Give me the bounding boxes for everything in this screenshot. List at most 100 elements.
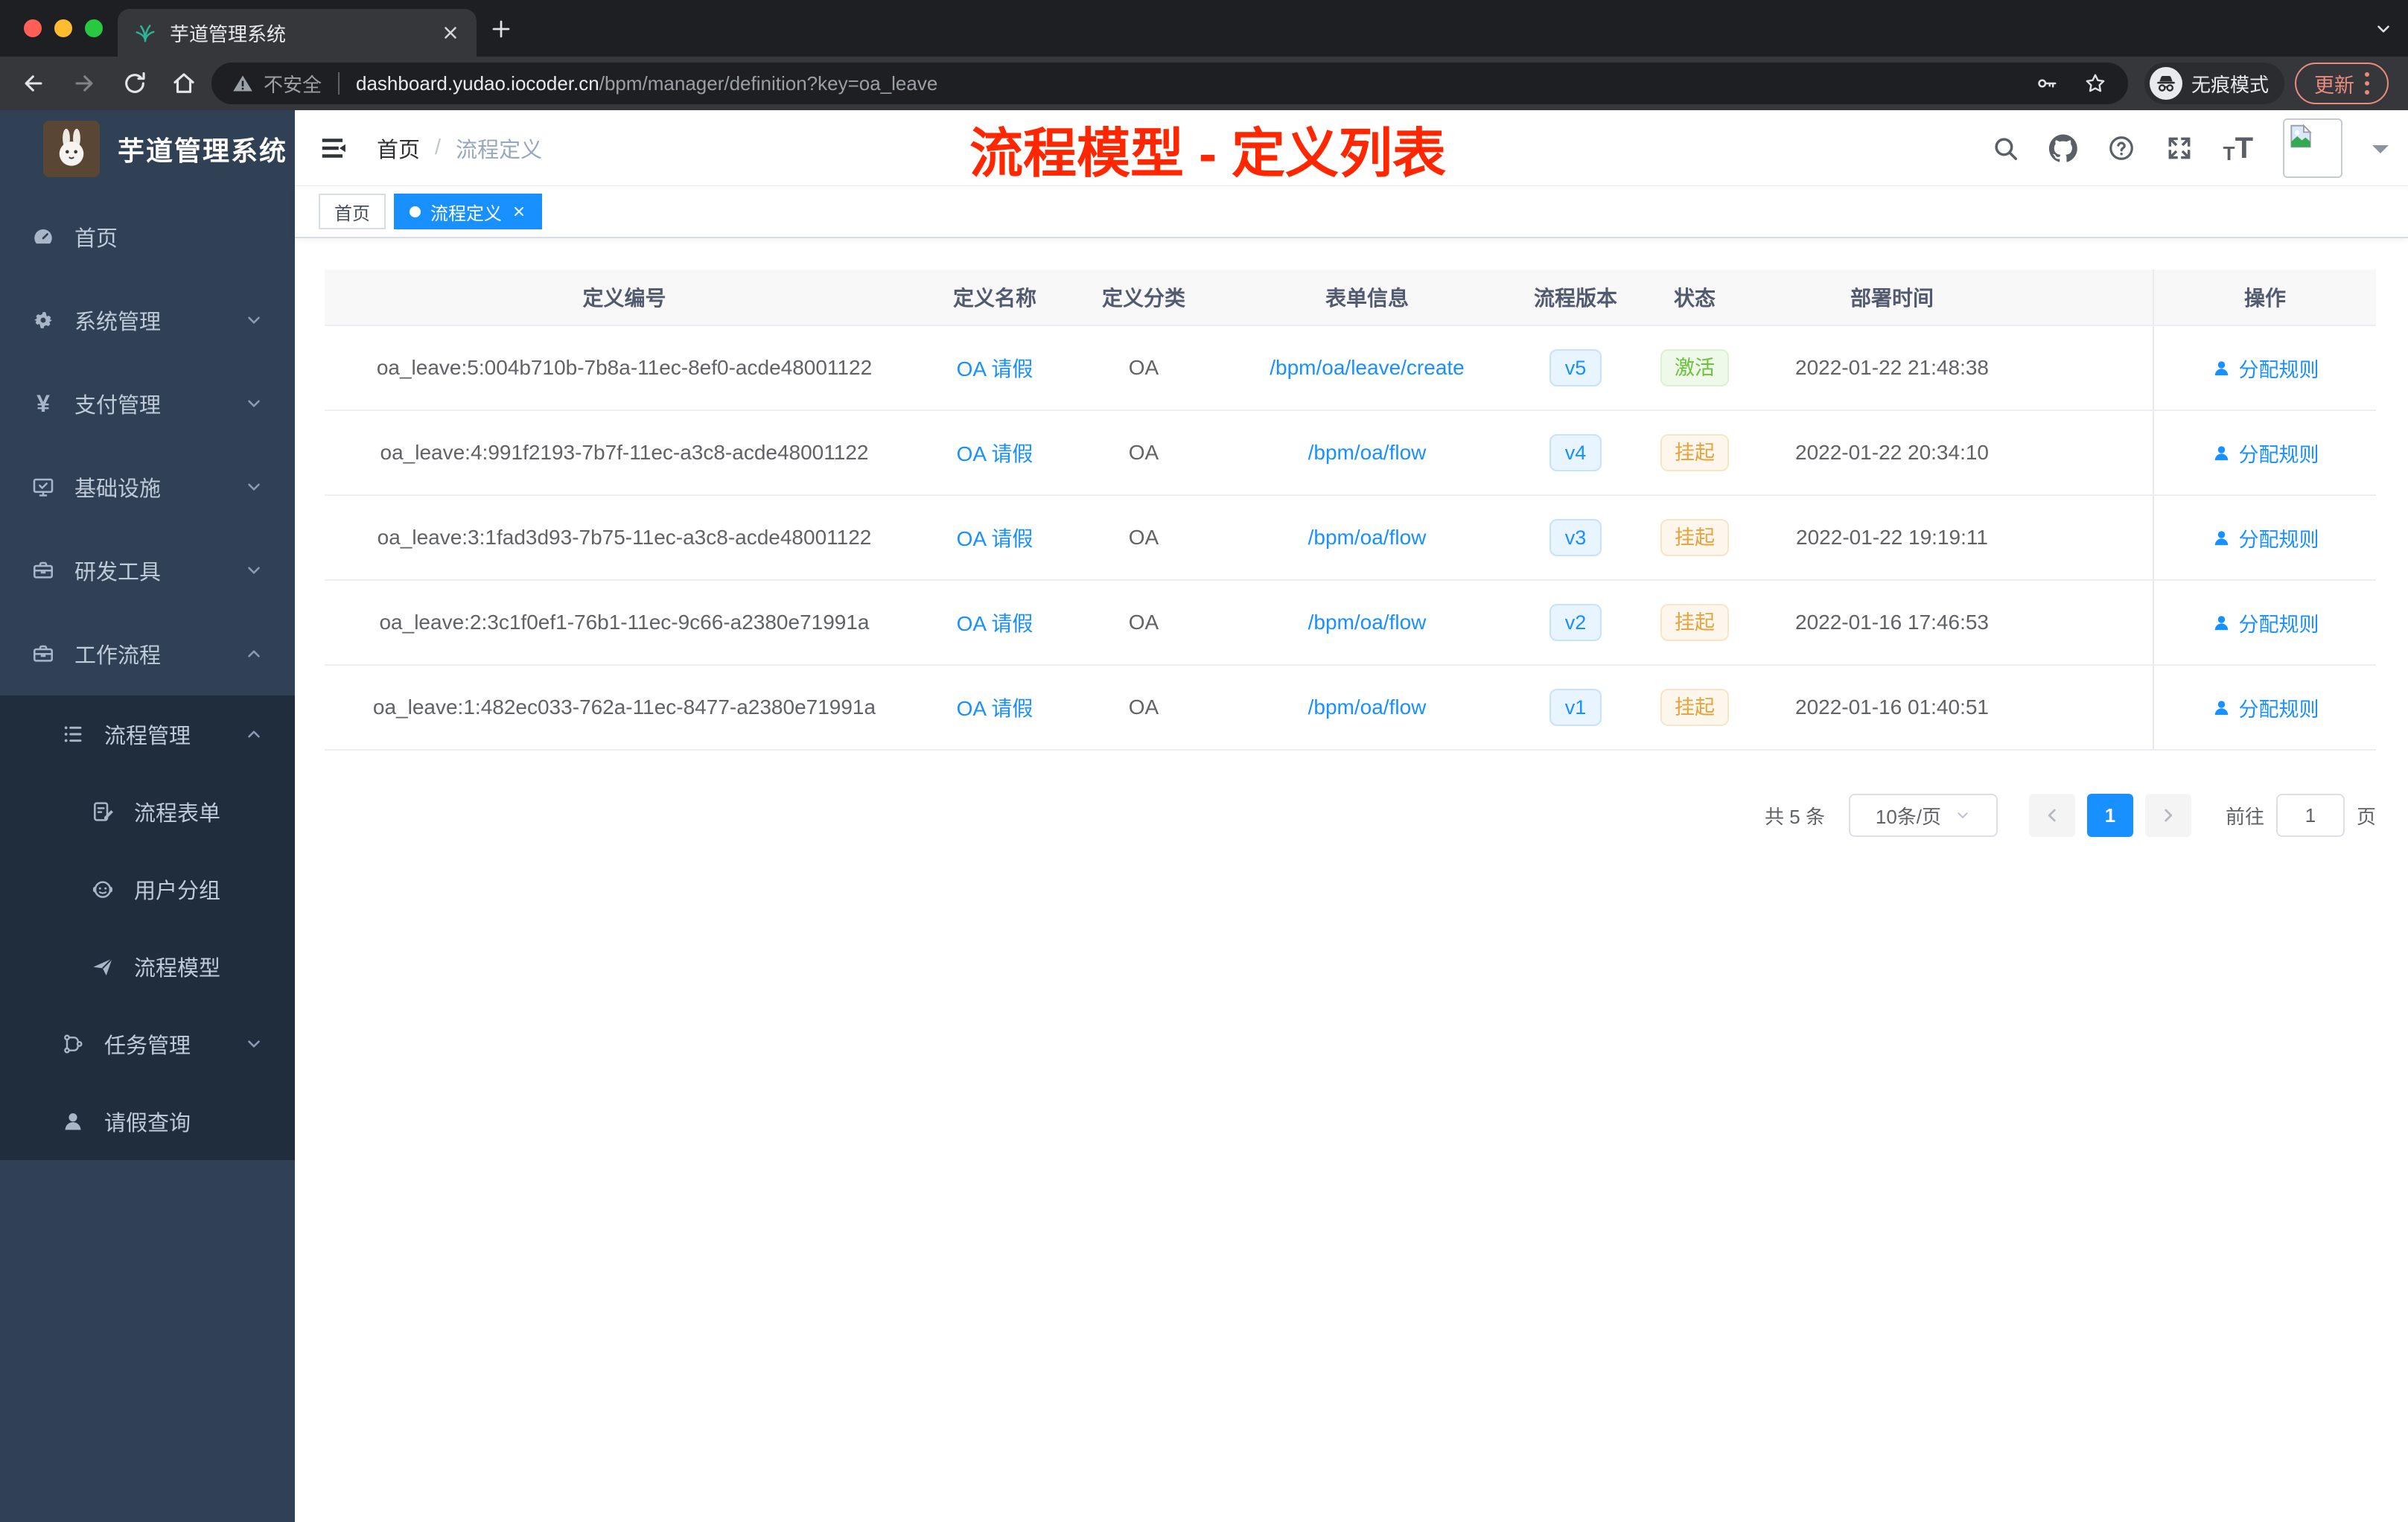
tag-close-icon[interactable] [512,204,526,219]
window-close-button[interactable] [24,19,42,37]
table-header-row: 定义编号 定义名称 定义分类 表单信息 流程版本 状态 部署时间 操作 [325,270,2376,326]
definition-name-link[interactable]: OA 请假 [957,438,1033,468]
table-row: oa_leave:2:3c1f0ef1-76b1-11ec-9c66-a2380… [325,581,2376,666]
window-zoom-button[interactable] [85,19,103,37]
assign-rule-link[interactable]: 分配规则 [2211,439,2319,468]
status-tag: 挂起 [1660,519,1729,556]
avatar-dropdown-caret-icon[interactable] [2372,144,2389,162]
sidebar-item-leave-query[interactable]: 请假查询 [0,1083,295,1160]
page-size-value: 10条/页 [1875,805,1942,828]
assign-rule-link[interactable]: 分配规则 [2211,523,2319,553]
chevron-left-icon [2042,806,2062,825]
column-header-deploy-time: 部署时间 [1850,287,1934,310]
user-avatar[interactable] [2283,118,2342,178]
form-info-link[interactable]: /bpm/oa/flow [1308,441,1427,465]
breadcrumb-separator: / [435,136,442,159]
new-tab-button[interactable] [490,18,512,40]
assign-rule-link[interactable]: 分配规则 [2211,354,2319,383]
not-secure-warning-icon[interactable] [232,73,253,94]
tags-view-bar: 首页 流程定义 [295,186,2408,238]
status-tag: 挂起 [1660,604,1729,641]
assign-rule-label: 分配规则 [2238,528,2319,551]
reload-icon[interactable] [122,71,147,96]
sidebar-item-user-group[interactable]: 用户分组 [0,850,295,928]
chevron-right-icon [2159,806,2178,825]
browser-update-button[interactable]: 更新 [2295,63,2389,104]
sidebar-item-process-form[interactable]: 流程表单 [0,773,295,850]
form-icon [91,800,115,824]
tags-view-tab-active[interactable]: 流程定义 [394,194,542,229]
cell-definition-id: oa_leave:4:991f2193-7b7f-11ec-a3c8-acde4… [380,441,869,464]
sidebar-item-payment[interactable]: ¥ 支付管理 [0,362,295,445]
definition-name-link[interactable]: OA 请假 [957,608,1033,637]
table-body: oa_leave:5:004b710b-7b8a-11ec-8ef0-acde4… [325,326,2376,751]
table-row: oa_leave:1:482ec033-762a-11ec-8477-a2380… [325,666,2376,751]
sidebar-item-process-mgmt[interactable]: 流程管理 [0,695,295,773]
sidebar-item-label: 首页 [74,227,118,251]
password-key-icon[interactable] [2036,72,2058,95]
cell-category: OA [1128,526,1159,549]
tab-search-chevron-icon[interactable] [2374,19,2393,39]
form-info-link[interactable]: /bpm/oa/flow [1308,695,1427,719]
sidebar-item-infra[interactable]: 基础设施 [0,445,295,529]
sidebar-toggle-hamburger-icon[interactable] [319,133,350,164]
page-number-1[interactable]: 1 [2086,794,2133,837]
tags-view-tab[interactable]: 首页 [319,194,386,229]
navbar-actions: TT [1991,118,2389,178]
sidebar-item-task-mgmt[interactable]: 任务管理 [0,1005,295,1083]
next-page-button[interactable] [2144,794,2191,837]
tab-close-icon[interactable] [441,23,460,42]
sidebar-item-label: 支付管理 [74,394,162,418]
assign-rule-label: 分配规则 [2238,698,2319,721]
user-icon [2211,613,2232,633]
bookmark-star-icon[interactable] [2083,71,2107,95]
form-info-link[interactable]: /bpm/oa/flow [1308,611,1427,634]
font-size-icon[interactable]: TT [2223,133,2253,163]
chevron-up-icon [244,725,264,744]
browser-tab[interactable]: 芋道管理系统 [118,9,477,57]
sidebar-item-process-model[interactable]: 流程模型 [0,928,295,1005]
column-header-form-info: 表单信息 [1325,287,1409,310]
fullscreen-icon[interactable] [2165,134,2194,162]
version-tag: v5 [1549,349,1602,386]
column-header-actions: 操作 [2153,270,2376,325]
search-icon[interactable] [1991,134,2019,162]
sidebar-item-devtools[interactable]: 研发工具 [0,529,295,612]
browser-menu-icon[interactable] [2365,72,2369,95]
sidebar-item-home[interactable]: 首页 [0,195,295,278]
assign-rule-label: 分配规则 [2238,613,2319,636]
form-info-link[interactable]: /bpm/oa/leave/create [1270,356,1465,380]
cell-spacer [2033,411,2153,494]
back-icon[interactable] [21,71,46,96]
status-tag: 挂起 [1660,689,1729,726]
sidebar-menu: 首页系统管理 ¥ 支付管理 基础设施研发工具工作流程 流程管理 流程表单 用户分组 流程模型任… [0,188,295,1160]
window-minimize-button[interactable] [54,19,72,37]
sidebar-item-system[interactable]: 系统管理 [0,278,295,362]
sidebar-submenu: 流程管理 流程表单 用户分组 流程模型 任务管理 请假查询 [0,695,295,1160]
definition-name-link[interactable]: OA 请假 [957,692,1033,722]
assign-rule-label: 分配规则 [2238,443,2319,466]
version-tag: v4 [1549,434,1602,471]
assign-rule-link[interactable]: 分配规则 [2211,693,2319,722]
form-info-link[interactable]: /bpm/oa/flow [1308,526,1427,550]
sidebar-item-workflow[interactable]: 工作流程 [0,612,295,695]
sidebar-item-label: 研发工具 [74,561,162,585]
cell-definition-id: oa_leave:3:1fad3d93-7b75-11ec-a3c8-acde4… [377,526,872,549]
definition-name-link[interactable]: OA 请假 [957,523,1033,553]
breadcrumb-home[interactable]: 首页 [377,133,420,164]
forward-icon[interactable] [71,71,97,96]
definition-name-link[interactable]: OA 请假 [957,353,1033,383]
help-icon[interactable] [2107,134,2135,162]
briefcase-icon [31,642,55,666]
home-icon[interactable] [171,71,197,96]
tab-title: 芋道管理系统 [170,22,287,45]
column-header-definition-name: 定义名称 [952,287,1036,310]
page-size-select[interactable]: 10条/页 [1848,794,1998,837]
address-bar[interactable]: 不安全 dashboard.yudao.iocoder.cn/bpm/manag… [211,63,2128,104]
prev-page-button[interactable] [2028,794,2075,837]
assign-rule-link[interactable]: 分配规则 [2211,608,2319,637]
goto-page-input[interactable] [2275,794,2345,837]
app-logo[interactable]: 芋道管理系统 [0,110,295,188]
github-icon[interactable] [2049,134,2077,162]
definition-table: 定义编号 定义名称 定义分类 表单信息 流程版本 状态 部署时间 操作 oa_leave:5:… [325,270,2376,751]
